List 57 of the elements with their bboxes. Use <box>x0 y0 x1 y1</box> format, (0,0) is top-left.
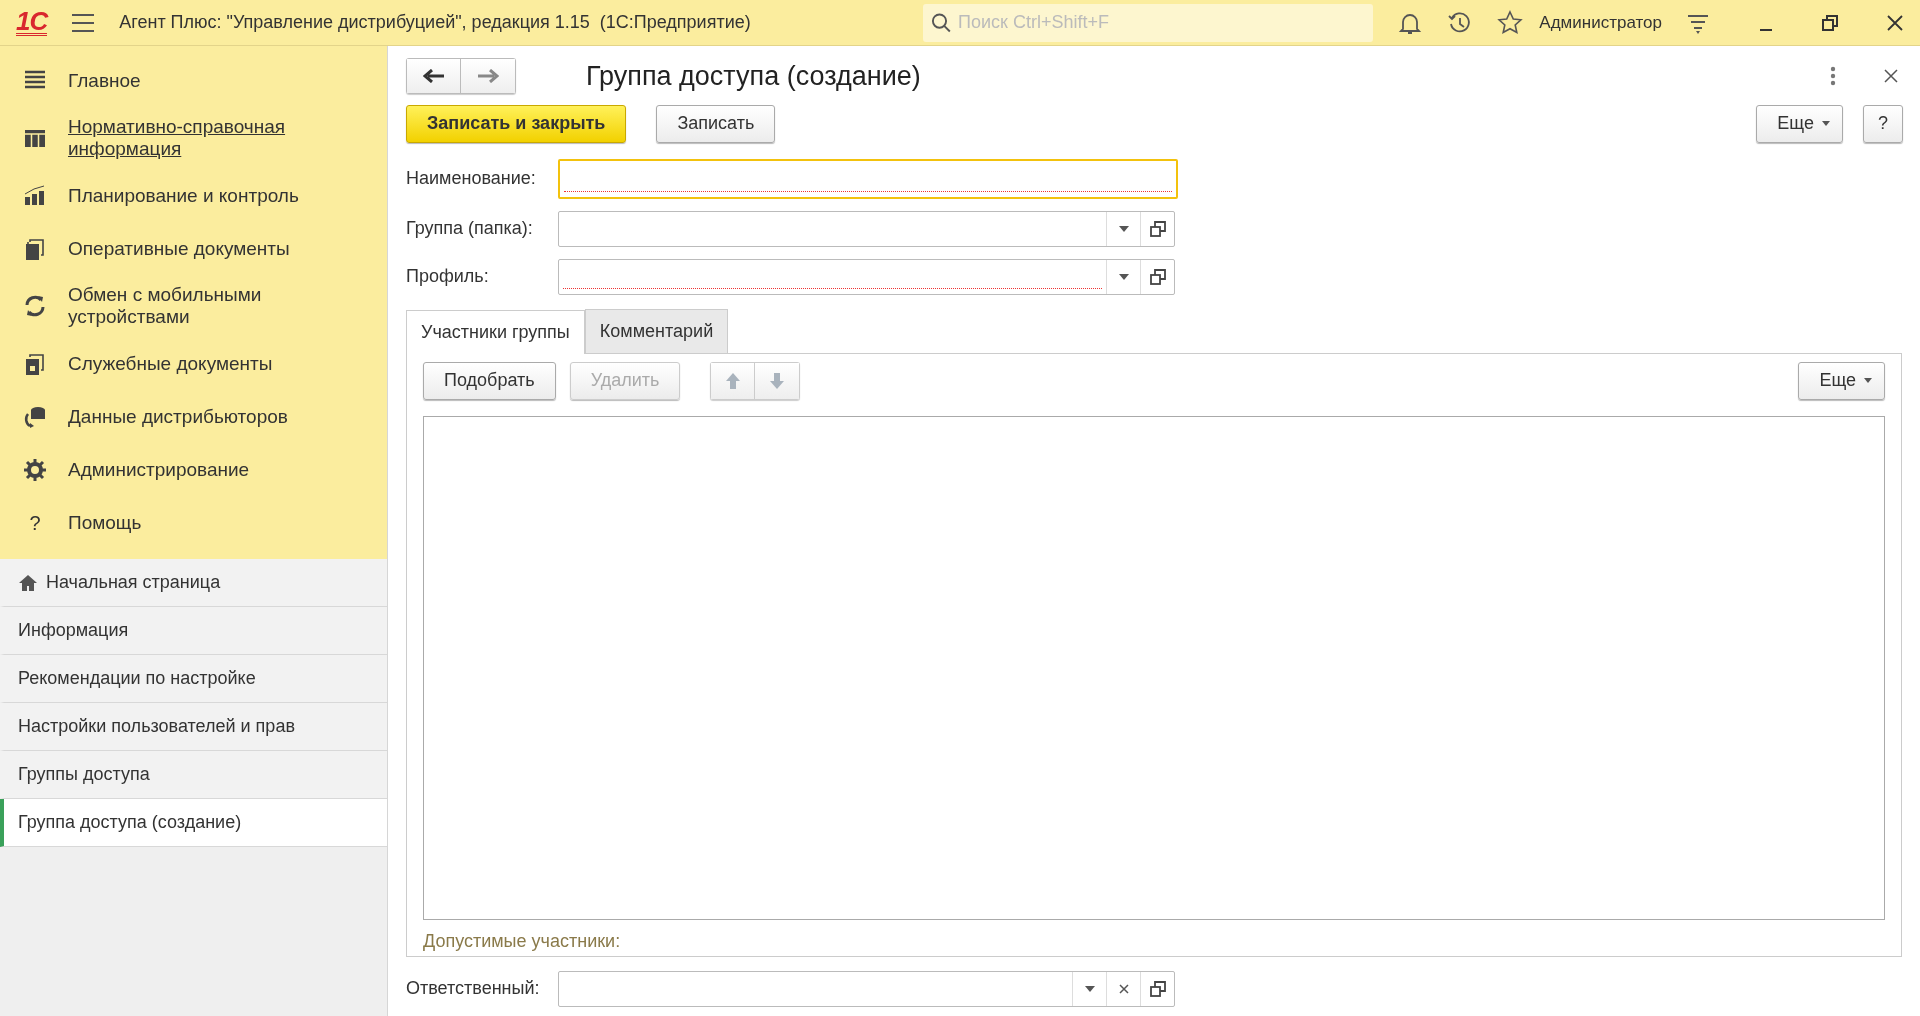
more-button[interactable]: Еще <box>1756 104 1843 143</box>
more-options-icon[interactable] <box>1830 66 1836 87</box>
close-icon[interactable] <box>1886 13 1904 32</box>
section-link[interactable]: Данные дистрибьюторов <box>68 405 288 428</box>
restore-icon[interactable] <box>1822 14 1838 31</box>
section-link[interactable]: Главное <box>68 69 141 92</box>
dropdown-icon[interactable] <box>1118 273 1129 280</box>
allowed-members-label: Допустимые участники: <box>423 929 622 953</box>
input-field[interactable] <box>558 158 1178 199</box>
tab[interactable]: Комментарий <box>584 308 729 353</box>
section-link[interactable]: Служебные документы <box>68 352 273 375</box>
search-input[interactable]: Поиск Ctrl+Shift+F <box>956 8 1366 37</box>
gear-icon[interactable] <box>22 456 48 483</box>
back-button[interactable] <box>406 58 461 95</box>
save-and-close-button[interactable]: Записать и закрыть <box>406 104 627 143</box>
clear-icon[interactable] <box>1118 983 1129 994</box>
open-window-icon[interactable] <box>1149 980 1166 997</box>
caret-icon <box>1864 378 1872 383</box>
search-icon <box>931 11 953 34</box>
field-label: Наименование: <box>406 167 537 190</box>
input-field[interactable] <box>558 970 1175 1007</box>
section-link[interactable]: Планирование и контроль <box>68 184 299 207</box>
star-icon[interactable] <box>1497 9 1524 36</box>
help-icon[interactable]: ? <box>29 507 41 538</box>
arrow-down-icon <box>769 371 786 390</box>
section-link[interactable]: Обмен с мобильными устройствами <box>68 284 387 328</box>
open-window-item[interactable]: Группа доступа (создание) <box>0 799 387 847</box>
field-label: Профиль: <box>406 265 490 288</box>
arrow-right-icon <box>477 69 499 84</box>
user-name[interactable]: Администратор <box>1539 9 1662 36</box>
field-label: Ответственный: <box>406 977 541 1000</box>
help-button[interactable]: ? <box>1863 104 1903 143</box>
arrow-left-icon <box>422 69 445 84</box>
close-icon[interactable] <box>1884 69 1898 84</box>
pick-button[interactable]: Подобрать <box>423 361 556 400</box>
dropdown-icon[interactable] <box>1084 985 1095 992</box>
section-link[interactable]: Администрирование <box>68 458 250 481</box>
search-field[interactable]: Поиск Ctrl+Shift+F <box>923 3 1374 42</box>
menu-icon[interactable] <box>71 12 96 33</box>
input-field[interactable] <box>558 258 1175 295</box>
field-label: Группа (папка): <box>406 217 534 240</box>
dropdown-icon[interactable] <box>1118 225 1129 232</box>
logo: 1С <box>16 9 48 36</box>
tab[interactable]: Участники группы <box>406 309 585 354</box>
save-button[interactable]: Записать <box>656 104 776 143</box>
more-button[interactable]: Еще <box>1798 361 1885 400</box>
open-window-icon[interactable] <box>1149 220 1166 237</box>
open-window-icon[interactable] <box>1149 268 1166 285</box>
home-icon <box>18 573 38 592</box>
input-field[interactable] <box>558 210 1175 247</box>
window-title: Агент Плюс: "Управление дистрибуцией", редакция 1.15 (1С:Предприятие) <box>119 11 751 34</box>
section-link[interactable]: Оперативные документы <box>68 237 290 260</box>
caret-icon <box>1822 121 1830 126</box>
section-link[interactable]: Нормативно-справочная информация <box>68 116 387 160</box>
section-link[interactable]: Помощь <box>68 511 142 534</box>
arrow-up-icon <box>724 371 741 390</box>
form-title: Группа доступа (создание) <box>586 60 921 93</box>
